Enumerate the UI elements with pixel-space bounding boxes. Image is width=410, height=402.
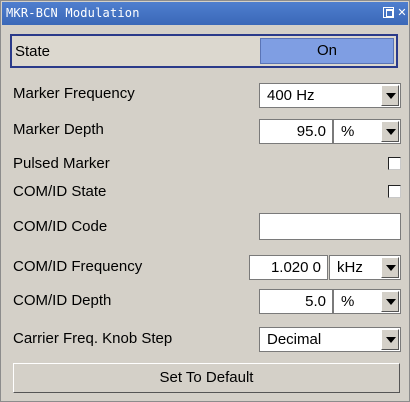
window-title: MKR-BCN Modulation bbox=[6, 6, 140, 20]
comid-depth-value: 5.0 bbox=[305, 293, 326, 310]
chevron-down-icon[interactable] bbox=[381, 329, 399, 350]
set-to-default-button[interactable]: Set To Default bbox=[13, 363, 400, 393]
comid-frequency-value: 1.020 0 bbox=[270, 259, 321, 276]
restore-icon[interactable] bbox=[383, 7, 394, 18]
pulsed-marker-label: Pulsed Marker bbox=[13, 155, 110, 172]
comid-depth-input[interactable]: 5.0 bbox=[259, 289, 333, 314]
comid-state-label: COM/ID State bbox=[13, 183, 107, 200]
comid-state-checkbox[interactable] bbox=[388, 185, 401, 198]
pulsed-marker-checkbox[interactable] bbox=[388, 157, 401, 170]
knob-step-select[interactable]: Decimal bbox=[259, 327, 401, 352]
state-label: State bbox=[15, 43, 51, 60]
marker-frequency-select[interactable]: 400 Hz bbox=[259, 83, 401, 108]
comid-depth-label: COM/ID Depth bbox=[13, 292, 112, 309]
marker-depth-value: 95.0 bbox=[296, 123, 326, 140]
comid-depth-unit-select[interactable]: % bbox=[333, 289, 401, 314]
marker-depth-unit-select[interactable]: % bbox=[333, 119, 401, 144]
comid-frequency-input[interactable]: 1.020 0 bbox=[249, 255, 328, 280]
title-bar[interactable]: MKR-BCN Modulation ✕ bbox=[2, 2, 408, 25]
chevron-down-icon[interactable] bbox=[381, 291, 399, 312]
state-toggle-button[interactable]: On bbox=[260, 38, 394, 64]
marker-frequency-value: 400 Hz bbox=[267, 87, 315, 104]
comid-frequency-label: COM/ID Frequency bbox=[13, 258, 143, 275]
comid-frequency-unit: kHz bbox=[337, 259, 363, 276]
chevron-down-icon[interactable] bbox=[381, 257, 399, 278]
dialog-window: MKR-BCN Modulation ✕ State On Marker Fre… bbox=[0, 0, 410, 402]
close-icon[interactable]: ✕ bbox=[396, 7, 408, 19]
marker-depth-label: Marker Depth bbox=[13, 121, 104, 138]
comid-frequency-unit-select[interactable]: kHz bbox=[329, 255, 401, 280]
marker-depth-unit: % bbox=[341, 123, 355, 140]
knob-step-label: Carrier Freq. Knob Step bbox=[13, 330, 173, 347]
comid-code-input[interactable] bbox=[259, 213, 401, 240]
chevron-down-icon[interactable] bbox=[381, 85, 399, 106]
knob-step-value: Decimal bbox=[267, 331, 322, 348]
state-row: State On bbox=[10, 34, 398, 68]
comid-depth-unit: % bbox=[341, 293, 355, 310]
marker-frequency-label: Marker Frequency bbox=[13, 85, 135, 102]
chevron-down-icon[interactable] bbox=[381, 121, 399, 142]
comid-code-label: COM/ID Code bbox=[13, 218, 108, 235]
marker-depth-input[interactable]: 95.0 bbox=[259, 119, 333, 144]
